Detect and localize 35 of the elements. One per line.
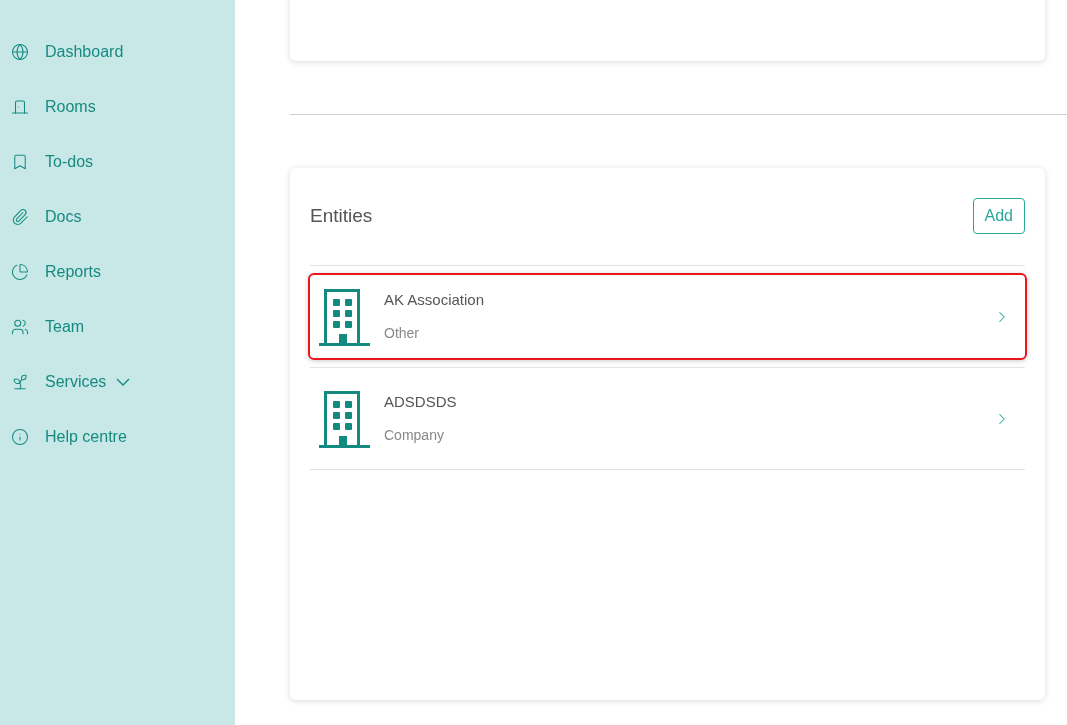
entity-row[interactable]: AK Association Other <box>308 273 1027 360</box>
section-title: Entities <box>310 203 373 228</box>
paperclip-icon <box>11 207 29 226</box>
sidebar-item[interactable]: Reports <box>0 244 235 299</box>
sidebar-label: Docs <box>45 206 82 227</box>
entity-row[interactable]: ADSDSDS Company <box>308 375 1027 462</box>
pie-chart-icon <box>11 262 29 281</box>
info-icon <box>11 427 29 446</box>
building-icon <box>318 388 372 449</box>
chevron-down-icon <box>116 377 131 386</box>
entity-name: ADSDSDS <box>384 391 458 412</box>
add-button[interactable]: Add <box>972 198 1025 234</box>
entity-type: Company <box>384 426 445 446</box>
entity-type: Other <box>384 324 420 344</box>
sidebar-label: To-dos <box>45 151 94 172</box>
sidebar-label: Dashboard <box>45 41 124 62</box>
sidebar-label: Services <box>45 371 107 392</box>
bookmark-icon <box>11 152 29 171</box>
sidebar-item[interactable]: To-dos <box>0 134 235 189</box>
sidebar-label: Rooms <box>45 96 96 117</box>
sidebar-label: Reports <box>45 261 102 282</box>
people-icon <box>11 317 29 336</box>
building-icon <box>318 286 372 347</box>
sprout-icon <box>11 372 29 391</box>
globe-icon <box>11 42 29 61</box>
door-icon <box>11 97 29 116</box>
sidebar-item[interactable]: Team <box>0 299 235 354</box>
sidebar-item[interactable]: Rooms <box>0 79 235 134</box>
sidebar-item[interactable]: Help centre <box>0 409 235 464</box>
sidebar-label: Team <box>45 316 85 337</box>
sidebar-item[interactable]: Dashboard <box>0 24 235 79</box>
sidebar-item[interactable]: Services <box>0 354 235 409</box>
sidebar-label: Help centre <box>45 426 127 447</box>
sidebar-item[interactable]: Docs <box>0 189 235 244</box>
entity-name: AK Association <box>384 289 486 310</box>
